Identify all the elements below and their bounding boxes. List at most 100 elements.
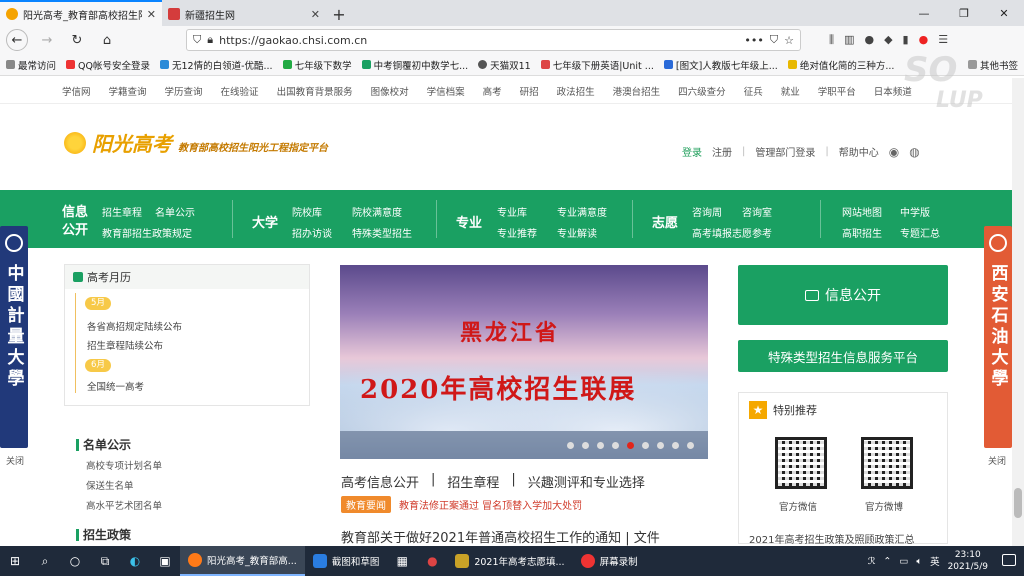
- wechat-icon[interactable]: ◍: [909, 145, 919, 159]
- right-side-ad[interactable]: 西安石油大學: [984, 226, 1012, 448]
- close-ad-button[interactable]: 关闭: [6, 454, 24, 467]
- bookmark-item[interactable]: 绝对值化简的三种方...: [787, 58, 894, 72]
- page-scrollbar[interactable]: [1012, 78, 1024, 546]
- app-icon[interactable]: ▣: [150, 546, 180, 576]
- notification-icon[interactable]: [1002, 554, 1016, 566]
- forward-arrow-icon[interactable]: →: [36, 29, 58, 51]
- edge-icon[interactable]: ◐: [120, 546, 150, 576]
- left-side-ad[interactable]: 中國計量大學: [0, 226, 28, 448]
- nav-link[interactable]: 高职招生: [842, 225, 882, 240]
- network-icon[interactable]: ▭: [899, 556, 908, 567]
- carousel-dot-active[interactable]: [627, 441, 634, 449]
- nav-link[interactable]: 专业库: [497, 204, 527, 219]
- nav-link[interactable]: 专题汇总: [900, 225, 940, 240]
- address-bar[interactable]: ⛉ 🔒︎ https://gaokao.chsi.com.cn ••• ⛉ ☆: [186, 29, 801, 51]
- taskbar-app-excel[interactable]: 2021年高考志愿填...: [447, 546, 572, 576]
- login-link[interactable]: 登录: [682, 144, 702, 159]
- topnav-link[interactable]: 学职平台: [818, 84, 856, 98]
- carousel-dot[interactable]: [672, 441, 679, 449]
- nav-group-title[interactable]: 大学: [252, 212, 278, 231]
- site-logo[interactable]: 阳光高考 教育部高校招生阳光工程指定平台: [64, 128, 328, 157]
- section-title[interactable]: 名单公示: [76, 436, 131, 453]
- topnav-link[interactable]: 就业: [781, 84, 800, 98]
- list-item[interactable]: 高校专项计划名单: [86, 458, 162, 472]
- topnav-link[interactable]: 学籍查询: [109, 84, 147, 98]
- carousel-dot[interactable]: [582, 441, 589, 449]
- taskbar-app-snip[interactable]: 截图和草图: [305, 546, 388, 576]
- minimize-icon[interactable]: —: [904, 0, 944, 26]
- section-title[interactable]: 招生政策: [76, 526, 131, 543]
- nav-link[interactable]: 网站地图: [842, 204, 882, 219]
- topnav-link[interactable]: 学信网: [62, 84, 91, 98]
- nav-link[interactable]: 招办访谈: [292, 225, 332, 240]
- nav-link[interactable]: 咨询周: [692, 204, 722, 219]
- nav-link[interactable]: 特殊类型招生: [352, 225, 412, 240]
- pocket-icon[interactable]: ⛉: [770, 33, 778, 47]
- nav-link[interactable]: 专业解读: [557, 225, 597, 240]
- notice-headline[interactable]: 教育部关于做好2021年普通高校招生工作的通知 | 文件: [341, 527, 660, 546]
- back-arrow-icon[interactable]: ←: [6, 29, 28, 51]
- nav-group-title[interactable]: 信息公开: [62, 204, 92, 240]
- nav-link[interactable]: 高考填报志愿参考: [692, 225, 772, 240]
- cortana-icon[interactable]: ○: [60, 546, 90, 576]
- topnav-link[interactable]: 在线验证: [221, 84, 259, 98]
- app-icon[interactable]: ●: [417, 546, 447, 576]
- close-tab-icon[interactable]: ✕: [147, 8, 156, 21]
- nav-link[interactable]: 专业推荐: [497, 225, 537, 240]
- topnav-link[interactable]: 征兵: [744, 84, 763, 98]
- carousel-dot[interactable]: [612, 441, 619, 449]
- bookmark-item[interactable]: 无12情的白领道-优酷...: [159, 58, 273, 72]
- tab-xinjiang[interactable]: 新疆招生网 ✕: [162, 2, 326, 26]
- nav-link[interactable]: 中学版: [900, 204, 930, 219]
- bookmark-item[interactable]: 中考铜覆初中数学七...: [361, 58, 468, 72]
- extension-icon[interactable]: ◆: [884, 33, 892, 47]
- nav-link[interactable]: 院校满意度: [352, 204, 402, 219]
- bookmark-star-icon[interactable]: ☆: [784, 34, 794, 47]
- sidebar-icon[interactable]: ▥: [844, 33, 854, 47]
- windows-start-icon[interactable]: ⊞: [0, 546, 30, 576]
- menu-icon[interactable]: ☰: [938, 33, 948, 47]
- input-method[interactable]: 英: [930, 554, 940, 568]
- nav-link[interactable]: 名单公示: [155, 204, 195, 219]
- bookmark-item[interactable]: 七年级下册英语|Unit ...: [540, 58, 654, 72]
- calculator-icon[interactable]: ▦: [387, 546, 417, 576]
- carousel-dot[interactable]: [567, 441, 574, 449]
- bookmark-item[interactable]: 天猫双11: [478, 58, 531, 72]
- topnav-link[interactable]: 学信档案: [427, 84, 465, 98]
- close-ad-button[interactable]: 关闭: [988, 454, 1006, 467]
- topnav-link[interactable]: 港澳台招生: [613, 84, 661, 98]
- library-icon[interactable]: ⫼: [829, 33, 834, 47]
- nav-group-title[interactable]: 专业: [456, 212, 482, 231]
- taskbar-app-recorder[interactable]: 屏幕录制: [573, 546, 646, 576]
- bookmark-item[interactable]: 其他书签: [967, 58, 1018, 72]
- carousel-dot[interactable]: [657, 441, 664, 449]
- carousel-dot[interactable]: [687, 441, 694, 449]
- close-tab-icon[interactable]: ✕: [311, 8, 320, 21]
- bookmark-item[interactable]: 七年级下数学: [282, 58, 352, 72]
- person-icon[interactable]: ℛ: [868, 556, 876, 567]
- special-admission-button[interactable]: 特殊类型招生信息服务平台: [738, 340, 948, 372]
- reload-icon[interactable]: ↻: [66, 29, 88, 51]
- home-icon[interactable]: ⌂: [96, 29, 118, 51]
- nav-group-title[interactable]: 志愿: [652, 212, 678, 231]
- opera-icon[interactable]: ●: [919, 33, 929, 47]
- weibo-icon[interactable]: ◉: [889, 145, 899, 159]
- news-headline[interactable]: 教育法修正案通过 冒名顶替入学加大处罚: [399, 497, 582, 512]
- nav-link[interactable]: 专业满意度: [557, 204, 607, 219]
- new-tab-button[interactable]: +: [326, 2, 352, 26]
- list-item[interactable]: 高水平艺术团名单: [86, 498, 162, 512]
- restore-icon[interactable]: ❐: [944, 0, 984, 26]
- topnav-link[interactable]: 学历查询: [165, 84, 203, 98]
- topnav-link[interactable]: 图像校对: [371, 84, 409, 98]
- search-icon[interactable]: ⌕: [30, 546, 60, 576]
- admin-login-link[interactable]: 管理部门登录: [755, 144, 815, 159]
- policy-link[interactable]: 2021年高考招生政策及照顾政策汇总: [749, 531, 914, 546]
- main-link[interactable]: 招生章程: [447, 472, 499, 491]
- extension-icon[interactable]: ▮: [903, 33, 909, 47]
- clock[interactable]: 23:10 2021/5/9: [948, 549, 988, 573]
- help-center-link[interactable]: 帮助中心: [839, 144, 879, 159]
- carousel-dot[interactable]: [597, 441, 604, 449]
- list-item[interactable]: 保送生名单: [86, 478, 134, 492]
- bookmark-item[interactable]: QQ帐号安全登录: [66, 58, 150, 72]
- topnav-link[interactable]: 研招: [520, 84, 539, 98]
